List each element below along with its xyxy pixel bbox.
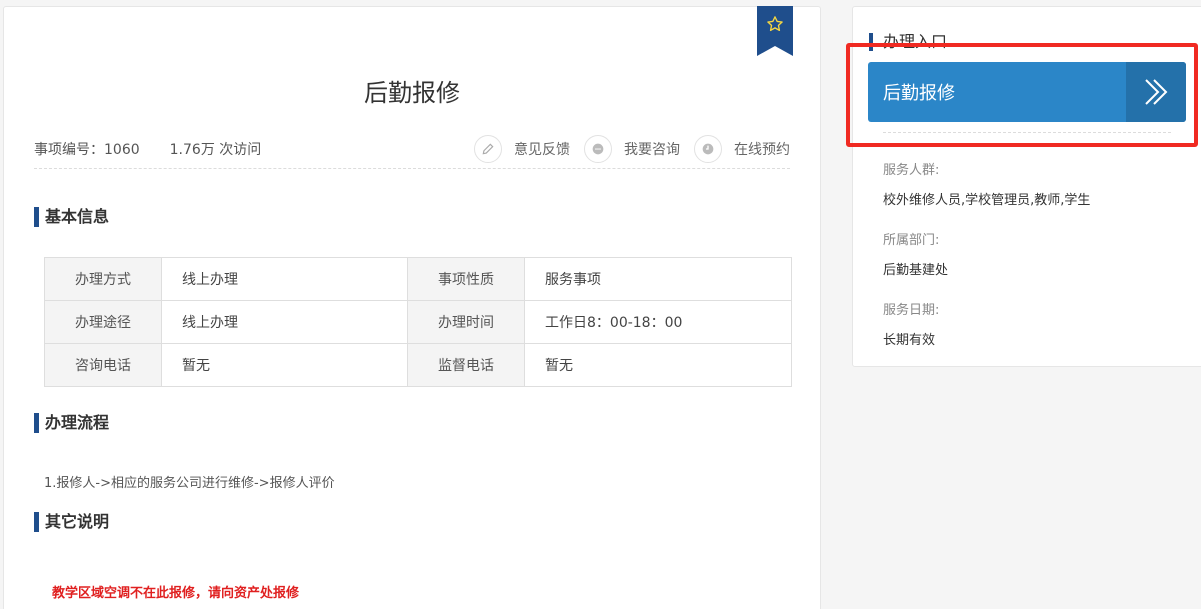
basic-info-table: 办理方式 线上办理 事项性质 服务事项 办理途径 线上办理 办理时间 工作日8：…	[44, 257, 792, 387]
consult-button[interactable]: 我要咨询	[584, 135, 680, 163]
appointment-label: 在线预约	[734, 142, 790, 158]
process-text: 1.报修人->相应的服务公司进行维修->报修人评价	[44, 476, 335, 491]
table-row: 办理方式 线上办理 事项性质 服务事项	[44, 257, 792, 301]
table-value: 线上办理	[161, 257, 408, 301]
table-row: 咨询电话 暂无 监督电话 暂无	[44, 343, 792, 387]
table-value: 暂无	[161, 343, 408, 387]
star-icon[interactable]	[766, 15, 784, 33]
entry-button[interactable]: 后勤报修	[868, 62, 1186, 122]
table-key: 监督电话	[407, 343, 525, 387]
table-value: 工作日8：00-18：00	[524, 300, 792, 344]
sidebar-card: 办理入口 后勤报修 服务人群: 校外维修人员,学校管理员,教师,学生 所属部门:…	[852, 6, 1201, 367]
notice-text: 教学区域空调不在此报修，请向资产处报修	[52, 586, 300, 601]
item-meta-row: 事项编号：1060 1.76万 次访问 意见反馈 我要咨询 在线预约	[34, 135, 790, 169]
table-key: 办理方式	[44, 257, 162, 301]
audience-value: 校外维修人员,学校管理员,教师,学生	[883, 193, 1091, 208]
clock-icon	[694, 135, 722, 163]
consult-label: 我要咨询	[624, 142, 680, 158]
service-date-label: 服务日期:	[883, 303, 940, 318]
table-key: 办理途径	[44, 300, 162, 344]
favorite-ribbon[interactable]	[757, 6, 793, 56]
table-key: 事项性质	[407, 257, 525, 301]
section-other: 其它说明	[34, 512, 109, 532]
feedback-button[interactable]: 意见反馈	[474, 135, 570, 163]
table-value: 暂无	[524, 343, 792, 387]
table-row: 办理途径 线上办理 办理时间 工作日8：00-18：00	[44, 300, 792, 344]
table-value: 线上办理	[161, 300, 408, 344]
entry-button-label: 后勤报修	[883, 83, 955, 104]
table-key: 咨询电话	[44, 343, 162, 387]
sidebar-divider	[883, 132, 1171, 133]
feedback-label: 意见反馈	[514, 142, 570, 158]
department-label: 所属部门:	[883, 233, 940, 248]
visit-count: 1.76万 次访问	[169, 142, 262, 158]
section-process: 办理流程	[34, 413, 109, 433]
item-actions: 意见反馈 我要咨询 在线预约	[460, 135, 790, 163]
table-value: 服务事项	[524, 257, 792, 301]
page-title: 后勤报修	[364, 79, 460, 107]
service-date-value: 长期有效	[883, 333, 936, 348]
appointment-button[interactable]: 在线预约	[694, 135, 790, 163]
section-basic-info: 基本信息	[34, 207, 109, 227]
chat-icon	[584, 135, 612, 163]
sidebar-heading: 办理入口	[869, 33, 947, 51]
pencil-icon	[474, 135, 502, 163]
item-number: 事项编号：1060	[34, 142, 140, 158]
main-content-card: 后勤报修 事项编号：1060 1.76万 次访问 意见反馈 我要咨询 在线预约 …	[3, 6, 821, 609]
audience-label: 服务人群:	[883, 163, 940, 178]
table-key: 办理时间	[407, 300, 525, 344]
double-chevron-right-icon	[1126, 62, 1186, 122]
department-value: 后勤基建处	[883, 263, 949, 278]
